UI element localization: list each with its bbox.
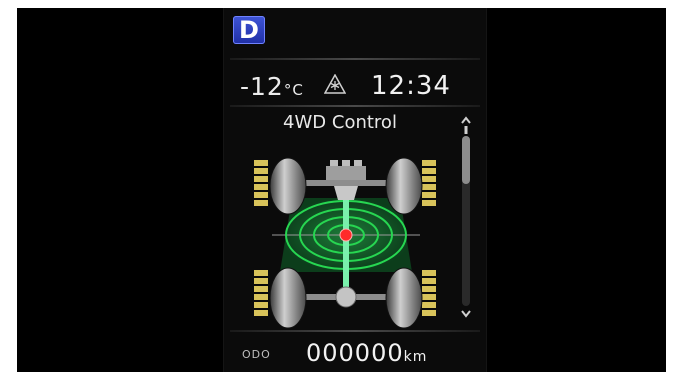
traction-bar-rear-left — [254, 270, 268, 316]
info-panel: D -12°C 12:34 4WD Control ODO 000000km — [223, 8, 487, 372]
temperature-unit: °C — [283, 81, 304, 99]
header-divider — [230, 58, 480, 60]
temperature-value: -12 — [240, 72, 284, 101]
traction-bar-front-left — [254, 160, 268, 206]
traction-bar-rear-right — [422, 270, 436, 316]
clock: 12:34 — [371, 71, 451, 101]
footer-divider — [230, 330, 480, 332]
torque-shaft — [343, 186, 349, 298]
odometer-label: ODO — [242, 348, 271, 361]
chevron-down-icon[interactable] — [460, 306, 472, 320]
rear-left-wheel — [269, 267, 307, 329]
rear-axle — [296, 286, 396, 308]
outside-temperature: -12°C — [240, 72, 304, 101]
scrollbar[interactable] — [462, 136, 470, 306]
gear-indicator: D — [233, 16, 265, 44]
odometer-reading: 000000km — [306, 339, 427, 367]
awd-drivetrain-diagram — [254, 157, 436, 329]
chevron-up-icon[interactable] — [460, 114, 472, 134]
scrollbar-thumb[interactable] — [462, 136, 470, 184]
traction-bar-front-right — [422, 160, 436, 206]
traction-center-point — [339, 228, 353, 242]
road-ice-warning-icon — [324, 74, 346, 94]
front-left-wheel — [269, 157, 307, 215]
screen-title: 4WD Control — [283, 112, 397, 133]
rear-right-wheel — [385, 267, 423, 329]
odometer-value: 000000 — [306, 339, 404, 367]
status-divider — [230, 105, 480, 107]
front-right-wheel — [385, 157, 423, 215]
odometer-unit: km — [403, 349, 428, 365]
front-axle — [296, 160, 396, 200]
display-screen: D -12°C 12:34 4WD Control ODO 000000km — [17, 8, 666, 372]
